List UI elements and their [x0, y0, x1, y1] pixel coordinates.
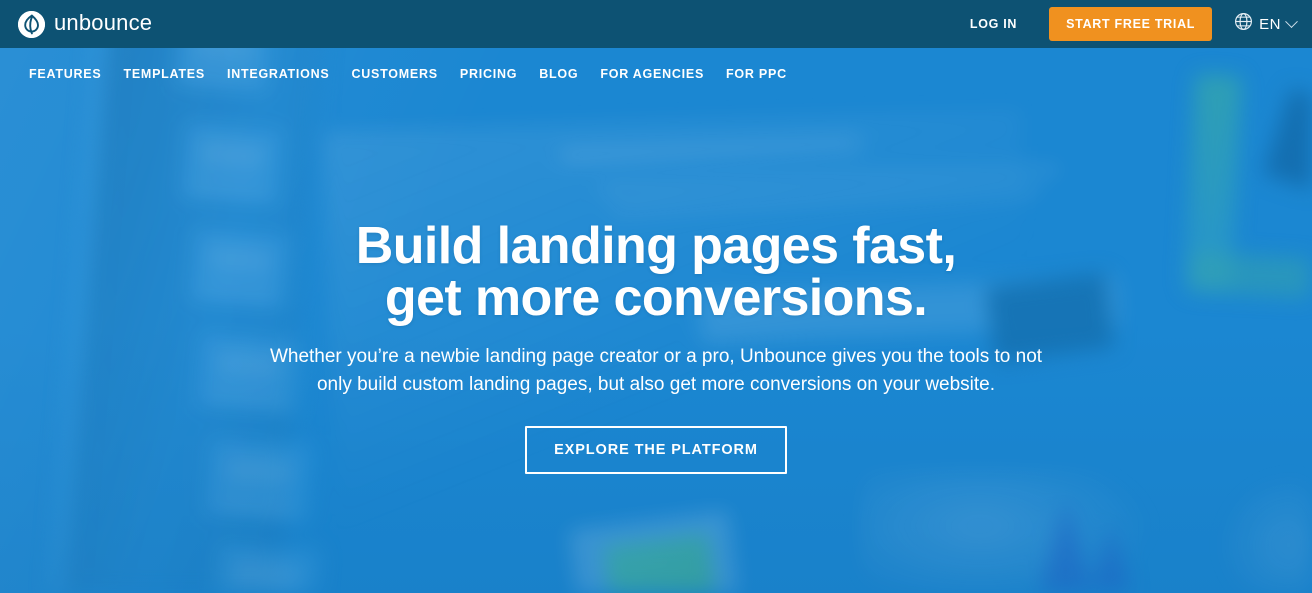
nav-item-for-ppc[interactable]: FOR PPC: [715, 59, 798, 89]
explore-the-platform-button[interactable]: EXPLORE THE PLATFORM: [525, 426, 787, 474]
language-code-label: EN: [1259, 15, 1281, 33]
language-selector[interactable]: EN: [1234, 12, 1298, 36]
nav-item-pricing[interactable]: PRICING: [449, 59, 528, 89]
nav-item-for-agencies[interactable]: FOR AGENCIES: [589, 59, 715, 89]
nav-item-features[interactable]: FEATURES: [18, 59, 112, 89]
hero-headline: Build landing pages fast, get more conve…: [355, 217, 957, 327]
hero-subheadline: Whether you’re a newbie landing page cre…: [270, 343, 1042, 399]
logo-home-link[interactable]: unbounce: [18, 10, 153, 38]
hero-section: Build landing pages fast, get more conve…: [0, 99, 1312, 593]
hero-subheadline-line-2: only build custom landing pages, but als…: [316, 374, 996, 395]
hero-headline-line-1: Build landing pages fast,: [355, 217, 957, 275]
hero-headline-line-2: get more conversions.: [384, 269, 928, 327]
log-in-link[interactable]: LOG IN: [960, 11, 1027, 37]
nav-item-blog[interactable]: BLOG: [528, 59, 589, 89]
hero-subheadline-line-1: Whether you’re a newbie landing page cre…: [269, 346, 1043, 367]
chevron-down-icon: [1285, 14, 1298, 28]
logo-wordmark: unbounce: [54, 10, 153, 35]
page-root: unbounce LOG IN START FREE TRIAL EN FEAT…: [0, 0, 1312, 593]
nav-item-customers[interactable]: CUSTOMERS: [341, 59, 449, 89]
topbar-actions: LOG IN START FREE TRIAL EN: [960, 7, 1312, 41]
nav-item-integrations[interactable]: INTEGRATIONS: [216, 59, 341, 89]
top-utility-bar: unbounce LOG IN START FREE TRIAL EN: [0, 0, 1312, 48]
unbounce-logo-icon: [18, 10, 45, 38]
globe-icon: [1234, 12, 1253, 36]
nav-item-templates[interactable]: TEMPLATES: [112, 59, 216, 89]
start-free-trial-button[interactable]: START FREE TRIAL: [1049, 7, 1213, 41]
main-navigation: FEATURES TEMPLATES INTEGRATIONS CUSTOMER…: [0, 48, 1312, 99]
